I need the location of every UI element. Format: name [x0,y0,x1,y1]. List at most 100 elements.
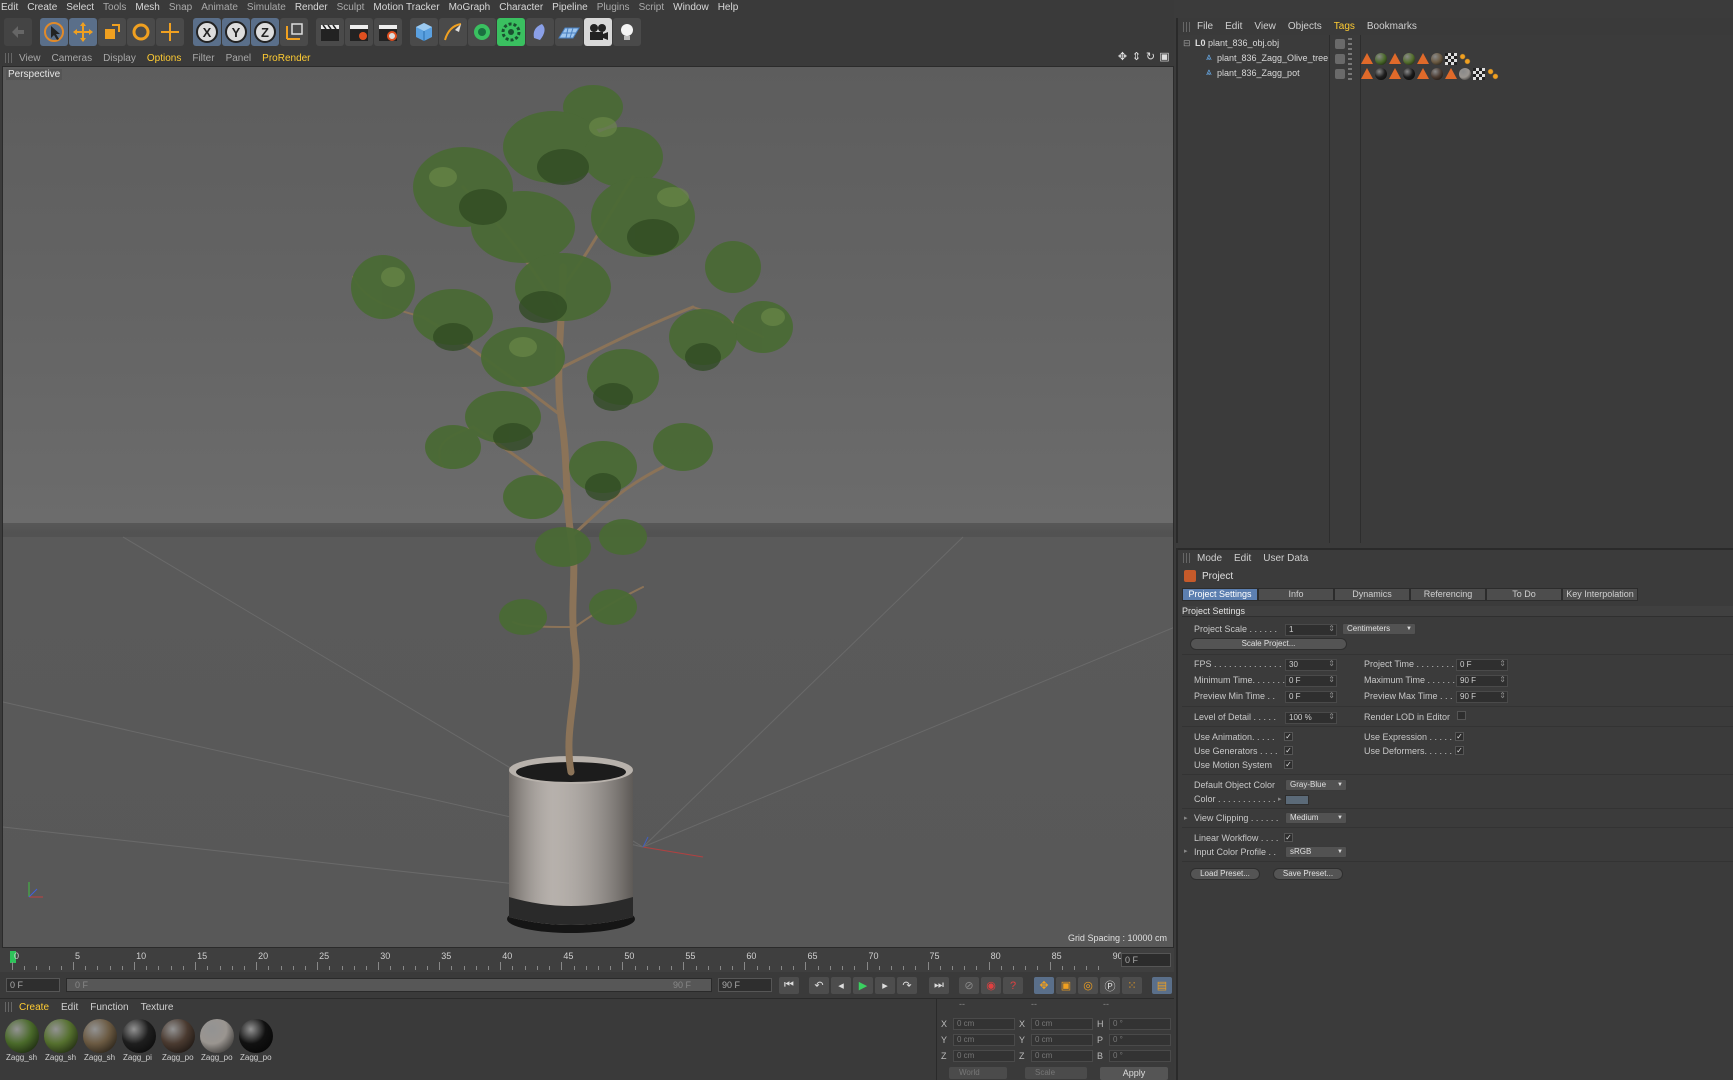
current-frame-field[interactable]: 0 F [1121,953,1171,967]
prev-frame-button[interactable]: ◂ [831,977,851,994]
world-dropdown[interactable]: World [949,1067,1007,1079]
use-generators-checkbox[interactable]: ✓ [1284,746,1293,755]
tab-referencing[interactable]: Referencing [1410,588,1486,601]
maximize-icon[interactable]: ▣ [1159,51,1170,63]
menu-character[interactable]: Character [499,2,551,13]
material-swatch[interactable]: Zagg_sh [4,1019,40,1067]
coordinate-input[interactable]: 0 ° [1109,1034,1171,1046]
pen-spline-button[interactable] [439,18,467,46]
material-swatch[interactable]: Zagg_po [199,1019,235,1067]
pan-icon[interactable]: ✥ [1117,51,1128,63]
menu-mograph[interactable]: MoGraph [449,2,499,13]
menu-animate[interactable]: Animate [201,2,246,13]
tab-dynamics[interactable]: Dynamics [1334,588,1410,601]
use-motion-system-checkbox[interactable]: ✓ [1284,760,1293,769]
live-selection-button[interactable] [40,18,68,46]
menu-window[interactable]: Window [673,2,717,13]
coordinate-input[interactable]: 0 cm [1031,1034,1093,1046]
attribute-menu-edit[interactable]: Edit [1234,553,1263,564]
save-preset-button[interactable]: Save Preset... [1273,868,1343,880]
menu-sculpt[interactable]: Sculpt [337,2,373,13]
apply-button[interactable]: Apply [1100,1067,1168,1080]
coordinate-input[interactable]: 0 cm [953,1018,1015,1030]
undo-button[interactable] [4,18,32,46]
input-color-profile-dropdown[interactable]: sRGB [1285,846,1347,858]
phong-tag-icon[interactable] [1389,68,1401,79]
linear-workflow-checkbox[interactable]: ✓ [1284,833,1293,842]
material-swatch[interactable]: Zagg_po [238,1019,274,1067]
timeline-ruler[interactable]: 0 5 10 15 20 25 30 35 40 45 50 55 60 65 70 75 80 85 90 0 F [0,948,1174,972]
level-of-detail-input[interactable]: 100 % [1285,712,1337,724]
cube-primitive-button[interactable] [410,18,438,46]
default-object-color-dropdown[interactable]: Gray-Blue [1285,779,1347,791]
attribute-menu-user-data[interactable]: User Data [1263,553,1320,564]
dolly-icon[interactable]: ⇕ [1131,51,1142,63]
x-axis-button[interactable]: X [193,18,221,46]
menu-snap[interactable]: Snap [169,2,200,13]
coordinate-input[interactable]: 0 cm [953,1050,1015,1062]
uvw-tag-icon[interactable] [1473,68,1485,80]
visibility-toggle[interactable] [1335,54,1345,64]
tab-info[interactable]: Info [1258,588,1334,601]
panel-grip[interactable] [1183,21,1191,32]
menu-tools[interactable]: Tools [103,2,134,13]
menu-plugins[interactable]: Plugins [597,2,638,13]
object-menu-bookmarks[interactable]: Bookmarks [1367,21,1429,32]
object-row-root[interactable]: ⊟ L0 plant_836_obj.obj [1178,37,1733,52]
material-tag-icon[interactable] [1375,68,1387,80]
load-preset-button[interactable]: Load Preset... [1190,868,1260,880]
goto-end-button[interactable]: ⏭ [929,977,949,994]
panel-grip[interactable] [5,1002,13,1012]
tab-to-do[interactable]: To Do [1486,588,1562,601]
scale-dropdown[interactable]: Scale [1025,1067,1087,1079]
record-keys-button[interactable]: ⊘ [959,977,979,994]
prev-key-button[interactable]: ↶ [809,977,829,994]
goto-start-button[interactable]: ⏮ [779,977,799,994]
render-lod-checkbox[interactable] [1457,711,1466,720]
material-menu-edit[interactable]: Edit [61,1002,90,1013]
coordinate-input[interactable]: 0 cm [1031,1018,1093,1030]
perspective-viewport[interactable]: Perspective Grid Spacing : 10000 cm [2,66,1174,948]
floor-button[interactable] [555,18,583,46]
collapse-icon[interactable]: ⊟ [1183,38,1191,49]
viewport-menu-display[interactable]: Display [103,53,147,64]
material-menu-function[interactable]: Function [90,1002,140,1013]
render-settings-button[interactable] [374,18,402,46]
viewport-menu-options[interactable]: Options [147,53,192,64]
coordinate-input[interactable]: 0 cm [1031,1050,1093,1062]
timeline-button[interactable]: ▤ [1152,977,1172,994]
deformer-button[interactable] [526,18,554,46]
move-tool-button[interactable] [69,18,97,46]
editor-render-dots[interactable] [1348,53,1352,65]
material-menu-texture[interactable]: Texture [141,1002,186,1013]
project-scale-input[interactable]: 1 [1285,624,1337,636]
rotate-tool-button[interactable] [127,18,155,46]
object-menu-file[interactable]: File [1197,21,1225,32]
tab-project-settings[interactable]: Project Settings [1182,588,1258,601]
menu-edit[interactable]: Edit [1,2,26,13]
material-swatch[interactable]: Zagg_po [160,1019,196,1067]
phong-tag-icon[interactable] [1417,68,1429,79]
light-button[interactable] [613,18,641,46]
render-picture-viewer-button[interactable] [345,18,373,46]
viewport-menu-prorender[interactable]: ProRender [262,53,321,64]
material-tag-icon[interactable] [1459,68,1471,80]
next-key-button[interactable]: ↷ [897,977,917,994]
material-swatch[interactable]: Zagg_sh [43,1019,79,1067]
menu-render[interactable]: Render [295,2,336,13]
maximum-time-input[interactable]: 90 F [1456,675,1508,687]
object-menu-view[interactable]: View [1254,21,1288,32]
menu-motion-tracker[interactable]: Motion Tracker [373,2,447,13]
editor-render-dots[interactable] [1348,38,1352,50]
recent-tool-button[interactable] [156,18,184,46]
phong-tag-icon[interactable] [1361,53,1373,64]
viewport-menu-panel[interactable]: Panel [226,53,263,64]
use-animation-checkbox[interactable]: ✓ [1284,732,1293,741]
object-row-olive-tree[interactable]: ⩓ plant_836_Zagg_Olive_tree [1178,52,1733,67]
color-swatch[interactable] [1285,795,1309,805]
view-clipping-dropdown[interactable]: Medium [1285,812,1347,824]
preview-max-time-input[interactable]: 90 F [1456,691,1508,703]
selection-tag-icon[interactable] [1459,53,1471,65]
uvw-tag-icon[interactable] [1445,53,1457,65]
object-menu-edit[interactable]: Edit [1225,21,1254,32]
